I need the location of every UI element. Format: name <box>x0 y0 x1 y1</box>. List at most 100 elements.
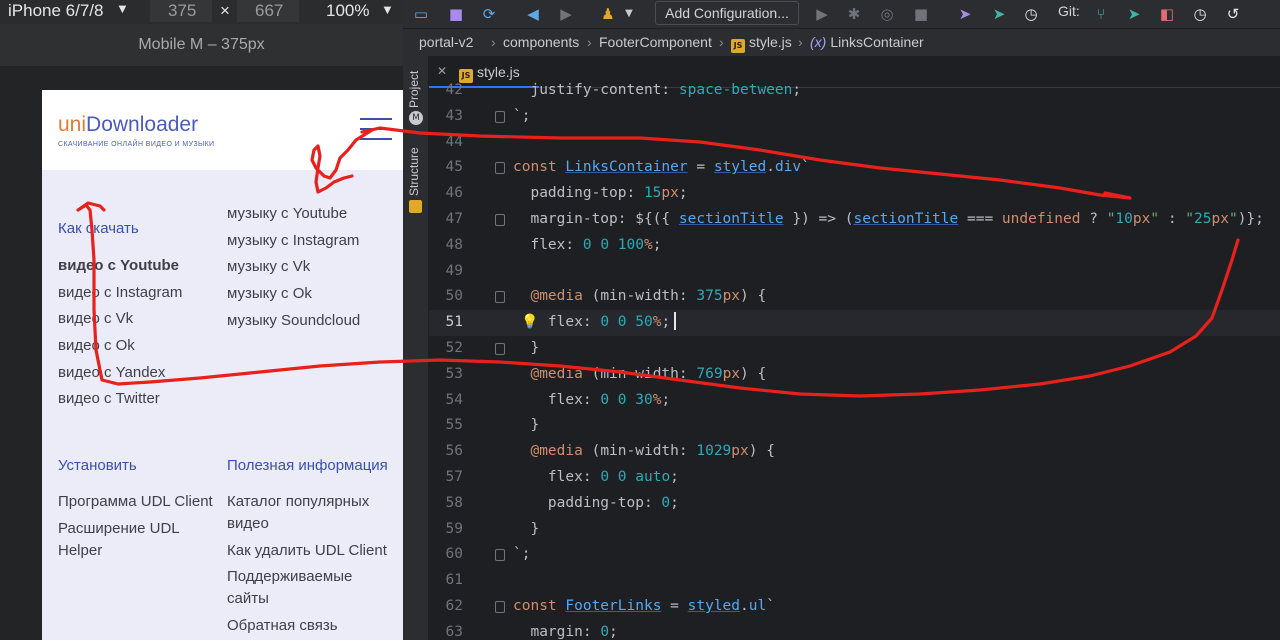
code-text[interactable]: flex: 0 0 100%; <box>513 233 661 259</box>
line-number[interactable]: 51 <box>429 310 463 336</box>
device-select[interactable]: iPhone 6/7/8 <box>8 1 103 21</box>
code-text[interactable]: } <box>513 517 539 543</box>
code-line[interactable]: 61 <box>429 568 1280 594</box>
line-number[interactable]: 43 <box>429 104 463 130</box>
breadcrumb-file[interactable]: JS style.js <box>731 34 792 53</box>
link-video-twitter[interactable]: видео с Twitter <box>58 388 160 410</box>
zoom-select[interactable]: 100% <box>326 1 369 21</box>
link-udl-helper[interactable]: Расширение UDL Helper <box>58 518 208 562</box>
code-line[interactable]: 62 const FooterLinks = styled.ul` <box>429 594 1280 620</box>
project-tool-icon[interactable]: M <box>409 111 423 125</box>
section-title-useful-info[interactable]: Полезная информация <box>227 457 388 474</box>
link-popular-videos[interactable]: Каталог популярных видео <box>227 491 397 535</box>
git-compare-icon[interactable]: ◧ <box>1157 4 1177 24</box>
link-supported-sites[interactable]: Поддерживаемые сайты <box>227 566 377 610</box>
users-dropdown-icon[interactable]: ▼ <box>619 4 639 24</box>
line-number[interactable]: 60 <box>429 542 463 568</box>
section-title-install[interactable]: Установить <box>58 457 137 474</box>
link-music-youtube[interactable]: музыку с Youtube <box>227 203 347 225</box>
code-text[interactable]: } <box>513 336 539 362</box>
coverage-icon[interactable]: ◎ <box>877 4 897 24</box>
add-configuration-button[interactable]: Add Configuration... <box>655 1 799 25</box>
breadcrumb-footer-component[interactable]: FooterComponent <box>599 34 712 50</box>
line-number[interactable]: 49 <box>429 259 463 285</box>
code-text[interactable]: flex: 0 0 30%; <box>513 388 670 414</box>
code-line[interactable]: 53 @media (min-width: 769px) { <box>429 362 1280 388</box>
save-icon[interactable]: ■ <box>446 4 466 24</box>
line-number[interactable]: 55 <box>429 413 463 439</box>
code-line[interactable]: 59 } <box>429 517 1280 543</box>
code-line[interactable]: 49 <box>429 259 1280 285</box>
structure-tool-icon[interactable] <box>409 200 422 213</box>
line-number[interactable]: 45 <box>429 155 463 181</box>
link-music-soundcloud[interactable]: музыку Soundcloud <box>227 310 360 332</box>
code-line[interactable]: 46 padding-top: 15px; <box>429 181 1280 207</box>
link-video-ok[interactable]: видео с Ok <box>58 335 135 357</box>
line-number[interactable]: 57 <box>429 465 463 491</box>
fold-marker-icon[interactable] <box>495 343 505 355</box>
code-text[interactable]: padding-top: 0; <box>513 491 679 517</box>
code-line[interactable]: 48 flex: 0 0 100%; <box>429 233 1280 259</box>
zoom-dropdown-icon[interactable]: ▼ <box>381 2 394 17</box>
device-dropdown-icon[interactable]: ▼ <box>116 1 129 16</box>
code-text[interactable]: const FooterLinks = styled.ul` <box>513 594 775 620</box>
breadcrumb-project[interactable]: portal-v2 <box>419 34 473 50</box>
code-line[interactable]: 54 flex: 0 0 30%; <box>429 388 1280 414</box>
viewport-size-label[interactable]: Mobile M – 375px <box>0 24 403 66</box>
device-height-input[interactable]: 667 <box>237 0 299 22</box>
forward-arrow-icon[interactable]: ▶ <box>556 4 576 24</box>
fold-marker-icon[interactable] <box>495 291 505 304</box>
code-line[interactable]: 47 margin-top: ${({ sectionTitle }) => (… <box>429 207 1280 233</box>
line-number[interactable]: 56 <box>429 439 463 465</box>
code-text[interactable]: `; <box>513 542 530 568</box>
line-number[interactable]: 52 <box>429 336 463 362</box>
users-icon[interactable]: ♟ <box>598 4 618 24</box>
fold-marker-icon[interactable] <box>495 549 505 562</box>
history-icon[interactable]: ◷ <box>1021 4 1041 24</box>
line-number[interactable]: 62 <box>429 594 463 620</box>
code-text[interactable]: @media (min-width: 769px) { <box>513 362 766 388</box>
code-text[interactable]: justify-content: space-between; <box>513 80 801 104</box>
code-line[interactable]: 51 💡 flex: 0 0 50%; <box>429 310 1280 336</box>
git-branch-icon[interactable]: ⑂ <box>1091 4 1111 24</box>
link-music-vk[interactable]: музыку с Vk <box>227 256 310 278</box>
line-number[interactable]: 54 <box>429 388 463 414</box>
send-icon[interactable]: ➤ <box>955 4 975 24</box>
line-number[interactable]: 46 <box>429 181 463 207</box>
code-text[interactable]: flex: 0 0 auto; <box>513 465 679 491</box>
link-udl-client[interactable]: Программа UDL Client <box>58 491 213 513</box>
link-feedback[interactable]: Обратная связь <box>227 615 338 637</box>
code-text[interactable]: @media (min-width: 1029px) { <box>513 439 774 465</box>
site-logo[interactable]: uniDownloader <box>58 113 198 137</box>
line-number[interactable]: 44 <box>429 130 463 156</box>
code-text[interactable]: const LinksContainer = styled.div` <box>513 155 810 181</box>
code-line[interactable]: 55 } <box>429 413 1280 439</box>
back-arrow-icon[interactable]: ◀ <box>523 4 543 24</box>
line-number[interactable]: 50 <box>429 284 463 310</box>
close-icon[interactable]: ✕ <box>437 64 447 78</box>
git-history-icon[interactable]: ◷ <box>1190 4 1210 24</box>
link-video-instagram[interactable]: видео с Instagram <box>58 282 182 304</box>
code-line[interactable]: 57 flex: 0 0 auto; <box>429 465 1280 491</box>
stop-icon[interactable]: ■ <box>911 4 931 24</box>
fold-marker-icon[interactable] <box>495 601 505 613</box>
line-number[interactable]: 48 <box>429 233 463 259</box>
line-number[interactable]: 61 <box>429 568 463 594</box>
code-line[interactable]: 50 @media (min-width: 375px) { <box>429 284 1280 310</box>
device-width-input[interactable]: 375 <box>150 0 212 22</box>
link-video-yandex[interactable]: видео с Yandex <box>58 362 165 384</box>
code-text[interactable]: margin-top: ${({ sectionTitle }) => (sec… <box>513 207 1263 233</box>
line-number[interactable]: 53 <box>429 362 463 388</box>
code-text[interactable]: padding-top: 15px; <box>513 181 687 207</box>
run-icon[interactable]: ▶ <box>812 4 832 24</box>
code-line[interactable]: 45 const LinksContainer = styled.div` <box>429 155 1280 181</box>
sync-icon[interactable]: ⟳ <box>479 4 499 24</box>
code-text[interactable]: `; <box>513 104 530 130</box>
fold-marker-icon[interactable] <box>495 110 505 123</box>
code-line[interactable]: 60 `; <box>429 542 1280 568</box>
fold-marker-icon[interactable] <box>495 214 505 226</box>
code-editor[interactable]: 42 justify-content: space-between; 43 `; 44… <box>429 80 1280 640</box>
code-text[interactable]: margin: 0; <box>513 620 617 640</box>
link-video-youtube[interactable]: видео с Youtube <box>58 255 179 277</box>
code-text[interactable]: } <box>513 413 539 439</box>
